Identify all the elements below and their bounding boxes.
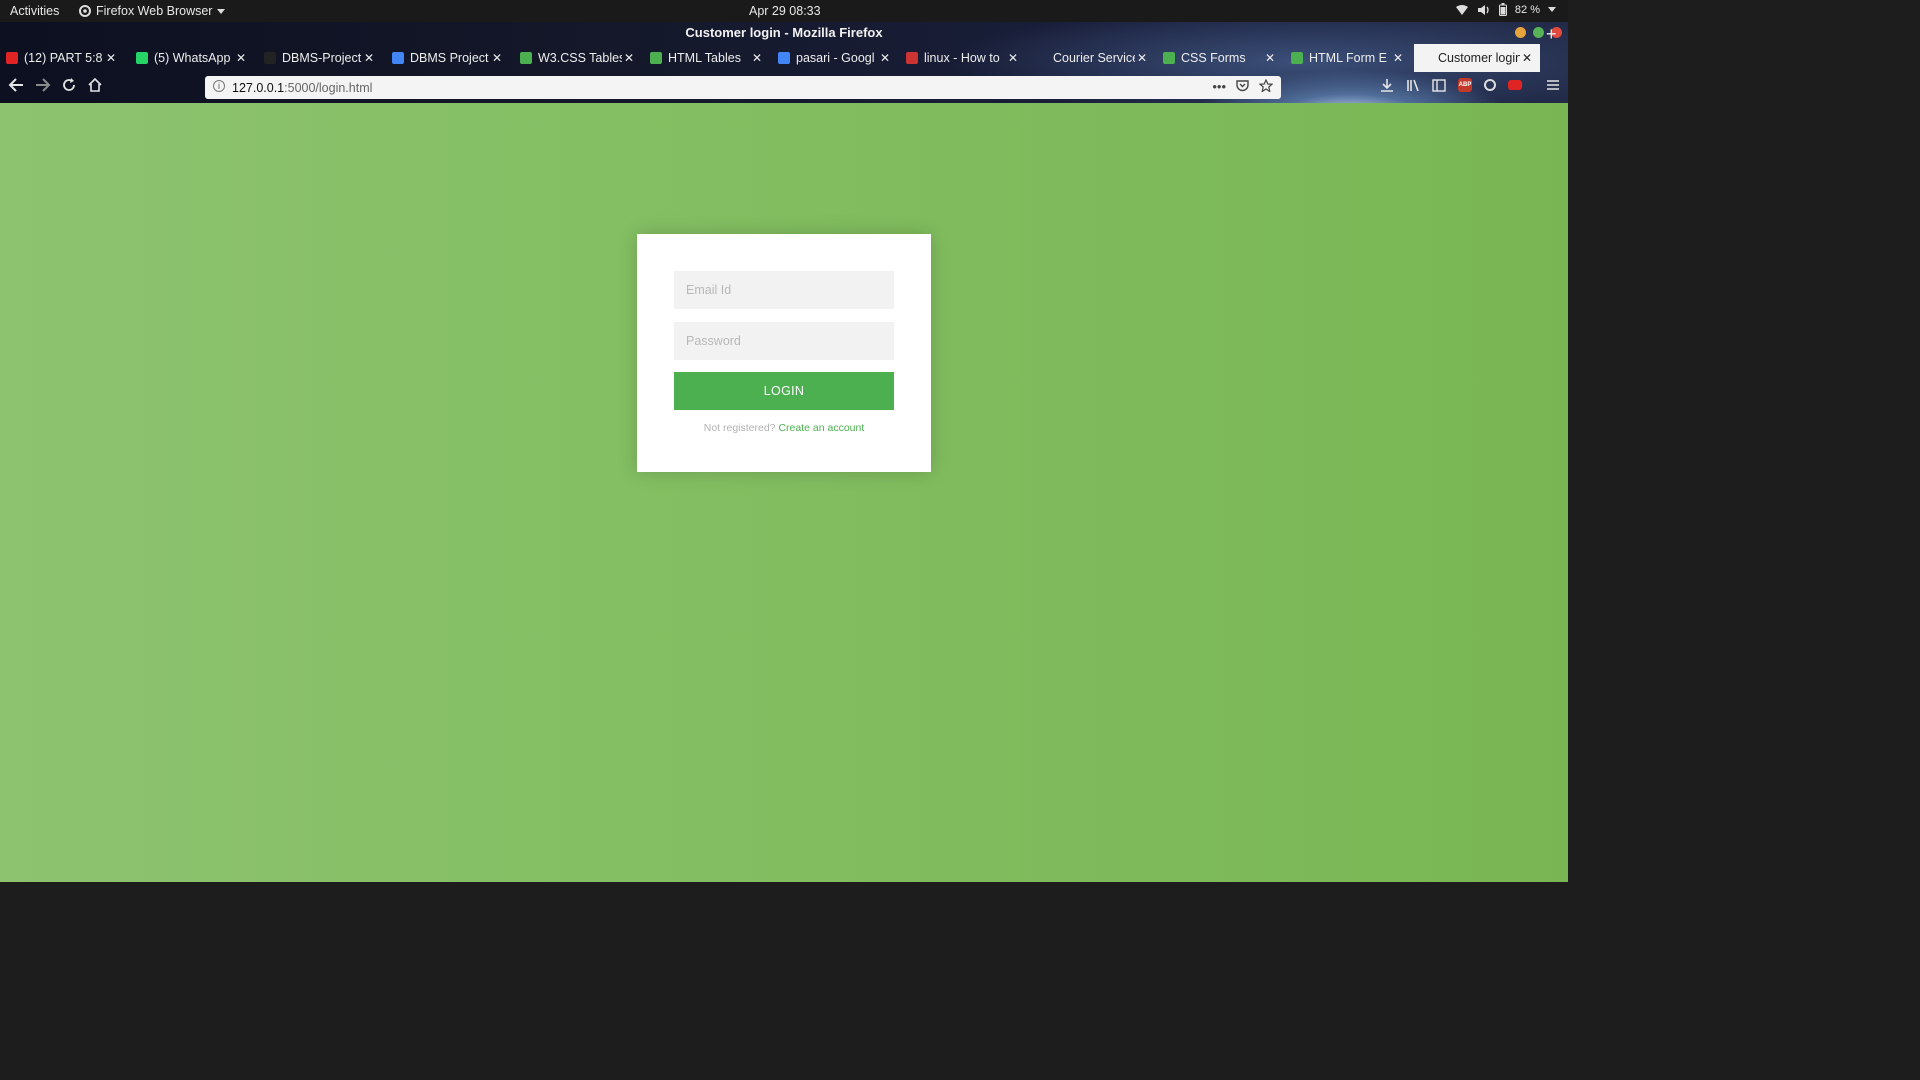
browser-chrome: Customer login - Mozilla Firefox (12) PA… [0, 22, 1568, 103]
close-tab-icon[interactable]: ✕ [1520, 51, 1534, 65]
wifi-icon [1455, 4, 1468, 15]
url-bar[interactable]: i 127.0.0.1:5000/login.html ••• [205, 76, 1281, 99]
home-icon[interactable] [88, 77, 102, 95]
browser-tab[interactable]: W3.CSS Tables ✕ [514, 44, 642, 72]
browser-tab[interactable]: HTML Form E ✕ [1285, 44, 1411, 72]
close-tab-icon[interactable]: ✕ [234, 51, 248, 65]
volume-icon [1477, 4, 1489, 15]
page-viewport: LOGIN Not registered? Create an account [0, 103, 1568, 882]
site-info-icon[interactable]: i [213, 80, 225, 92]
tab-title: Customer login [1438, 51, 1520, 65]
system-top-bar: Activities Firefox Web Browser Apr 29 08… [0, 0, 1568, 22]
email-field[interactable] [674, 271, 894, 309]
close-tab-icon[interactable]: ✕ [362, 51, 376, 65]
not-registered-text: Not registered? [703, 422, 776, 434]
url-path: :5000/login.html [284, 81, 373, 95]
back-icon[interactable] [8, 78, 24, 95]
browser-tab[interactable]: Courier Services✕ [1029, 44, 1155, 72]
tab-title: (5) WhatsApp [154, 51, 231, 65]
close-tab-icon[interactable]: ✕ [878, 51, 892, 65]
browser-tab[interactable]: (5) WhatsApp ✕ [130, 44, 254, 72]
tab-title: DBMS-Project [282, 51, 362, 65]
page-actions: ••• [1212, 79, 1273, 94]
tab-favicon-icon [906, 52, 918, 64]
close-tab-icon[interactable]: ✕ [1391, 51, 1405, 65]
tab-favicon-icon [778, 52, 790, 64]
library-icon[interactable] [1406, 78, 1420, 92]
login-button[interactable]: LOGIN [674, 372, 894, 410]
extension-icon[interactable] [1484, 79, 1496, 91]
tab-title: HTML Form E [1309, 51, 1388, 65]
browser-tab[interactable]: Customer login ✕ [1414, 44, 1540, 72]
system-tray[interactable]: 82 % [1455, 3, 1556, 16]
tab-favicon-icon [392, 52, 404, 64]
tab-strip: (12) PART 5:8 ✕ (5) WhatsApp ✕ DBMS-Project ✕… [0, 44, 1568, 72]
chevron-down-icon [217, 8, 226, 14]
tab-title: W3.CSS Tables [538, 51, 622, 65]
maximize-button[interactable] [1533, 27, 1544, 38]
clock[interactable]: Apr 29 08:33 [749, 4, 821, 18]
tab-favicon-icon [520, 52, 532, 64]
tab-favicon-icon [1420, 52, 1432, 64]
tab-favicon-icon [264, 52, 276, 64]
tab-title: CSS Forms [1181, 51, 1246, 65]
close-tab-icon[interactable]: ✕ [1135, 51, 1149, 65]
close-tab-icon[interactable]: ✕ [1006, 51, 1020, 65]
close-tab-icon[interactable]: ✕ [750, 51, 764, 65]
window-title: Customer login - Mozilla Firefox [685, 25, 883, 40]
register-message: Not registered? Create an account [637, 422, 931, 434]
create-account-link[interactable]: Create an account [778, 422, 864, 434]
new-tab-button[interactable]: + [1546, 24, 1557, 45]
tab-title: DBMS Project [410, 51, 489, 65]
firefox-icon [79, 5, 91, 17]
download-icon[interactable] [1380, 78, 1394, 92]
minimize-button[interactable] [1515, 27, 1526, 38]
login-card: LOGIN Not registered? Create an account [637, 234, 931, 472]
tab-title: HTML Tables [668, 51, 741, 65]
reload-icon[interactable] [62, 78, 76, 95]
tab-favicon-icon [1163, 52, 1175, 64]
tab-title: (12) PART 5:8 [24, 51, 103, 65]
browser-tab[interactable]: linux - How to ✕ [900, 44, 1026, 72]
battery-percent: 82 % [1514, 3, 1540, 16]
adblock-icon[interactable]: ABP [1458, 78, 1472, 92]
app-menu-label: Firefox Web Browser [96, 4, 213, 18]
url-host: 127.0.0.1 [232, 81, 285, 95]
app-menu[interactable]: Firefox Web Browser [79, 4, 226, 18]
close-tab-icon[interactable]: ✕ [104, 51, 118, 65]
tab-favicon-icon [136, 52, 148, 64]
tab-favicon-icon [1035, 52, 1047, 64]
battery-icon [1498, 3, 1507, 16]
tab-title: Courier Services [1053, 51, 1135, 65]
browser-tab[interactable]: pasari - Googl ✕ [772, 44, 898, 72]
sidebar-icon[interactable] [1432, 78, 1446, 92]
forward-icon[interactable] [35, 78, 51, 95]
tab-favicon-icon [1291, 52, 1303, 64]
password-field[interactable] [674, 322, 894, 360]
bookmark-star-icon[interactable] [1259, 79, 1273, 92]
tab-title: pasari - Googl [796, 51, 875, 65]
more-actions-icon[interactable]: ••• [1212, 79, 1226, 94]
tab-favicon-icon [6, 52, 18, 64]
url-text[interactable]: 127.0.0.1:5000/login.html [232, 81, 372, 95]
tab-title: linux - How to [924, 51, 1000, 65]
close-tab-icon[interactable]: ✕ [1263, 51, 1277, 65]
browser-tab[interactable]: HTML Tables ✕ [644, 44, 770, 72]
navigation-toolbar: i 127.0.0.1:5000/login.html ••• ABP [0, 72, 1568, 103]
activities-button[interactable]: Activities [10, 4, 59, 18]
browser-tab[interactable]: (12) PART 5:8 ✕ [0, 44, 124, 72]
youtube-extension-icon[interactable] [1508, 80, 1522, 90]
browser-tab[interactable]: DBMS-Project ✕ [258, 44, 382, 72]
browser-tab[interactable]: DBMS Project ✕ [386, 44, 510, 72]
close-tab-icon[interactable]: ✕ [622, 51, 636, 65]
pocket-icon[interactable] [1236, 79, 1249, 92]
close-tab-icon[interactable]: ✕ [490, 51, 504, 65]
browser-tab[interactable]: CSS Forms ✕ [1157, 44, 1283, 72]
toolbar-buttons: ABP [1380, 78, 1560, 92]
chevron-down-icon [1548, 7, 1556, 12]
tab-favicon-icon [650, 52, 662, 64]
menu-icon[interactable] [1546, 79, 1560, 91]
